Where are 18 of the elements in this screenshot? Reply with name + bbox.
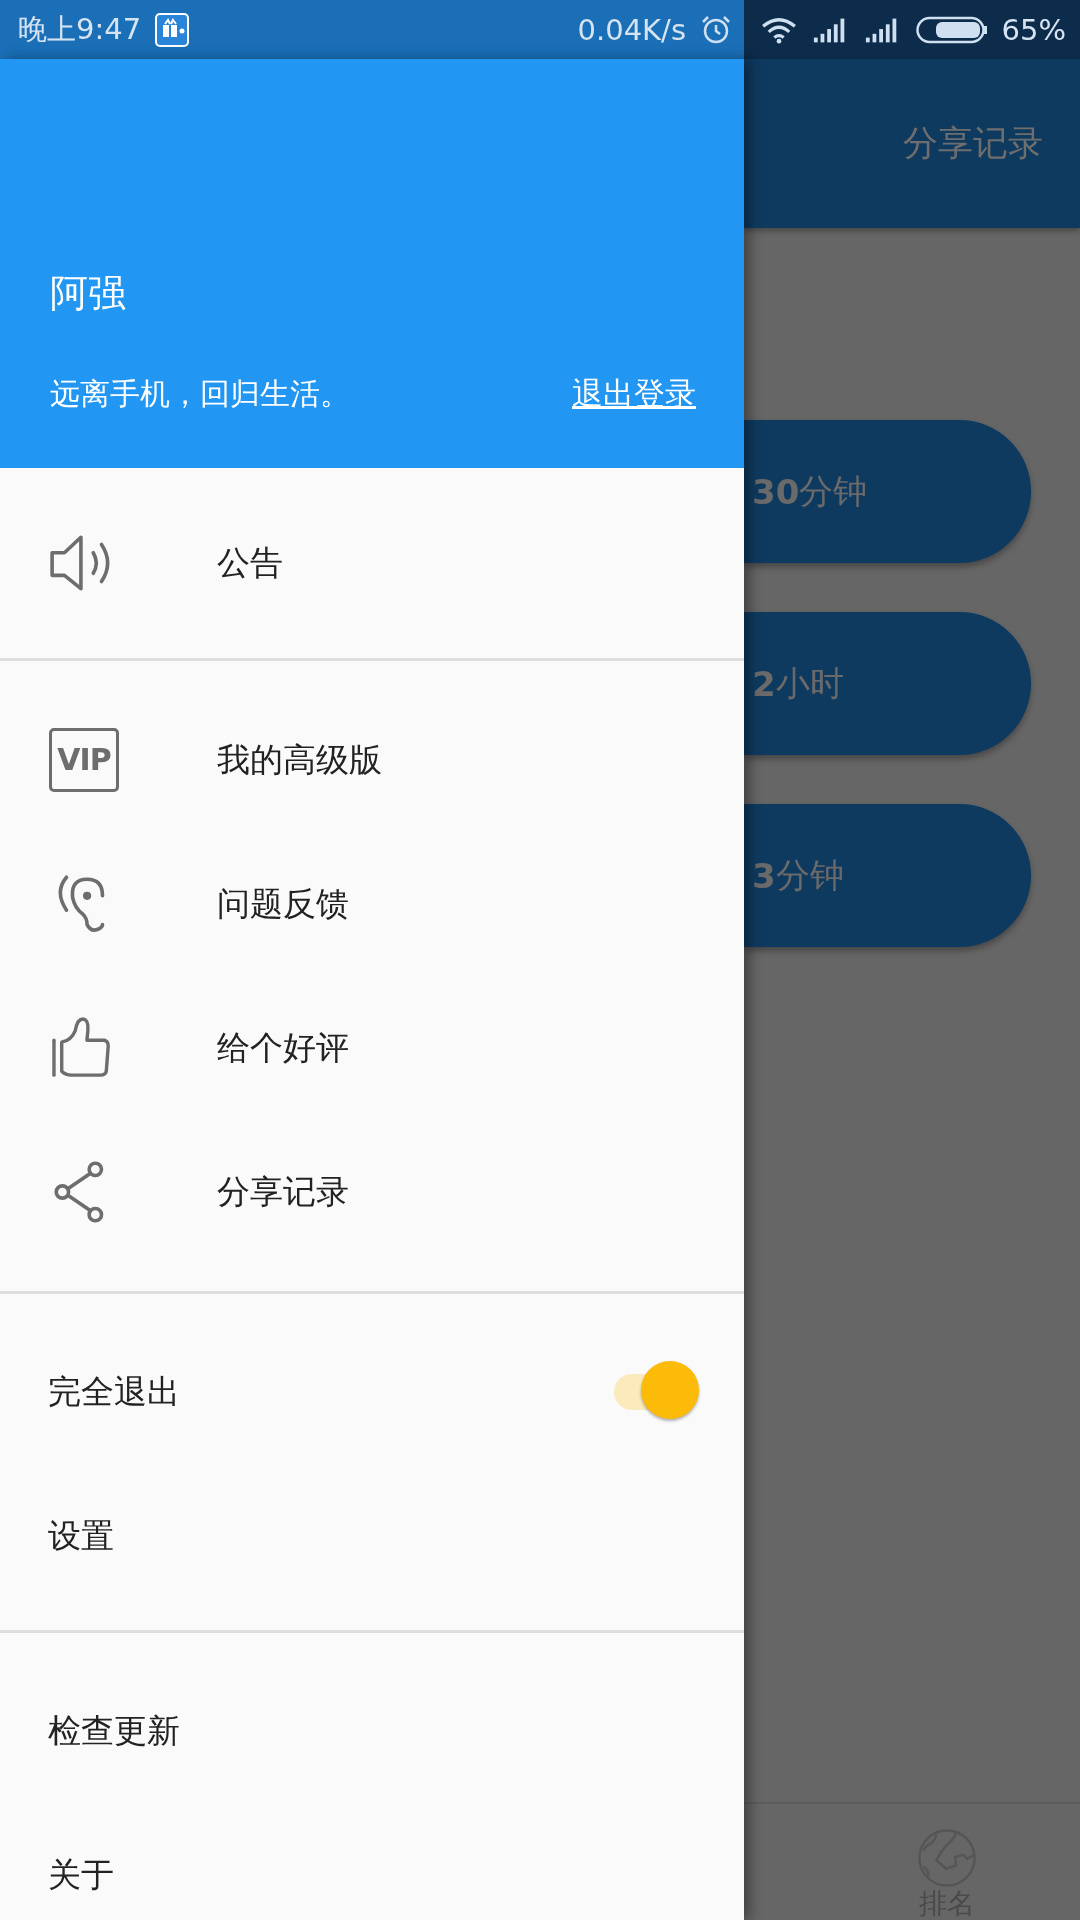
menu-item[interactable]: VIP 我的高级版 [0,688,744,832]
menu-item[interactable]: 关于 [0,1803,744,1920]
menu-item[interactable]: 设置 [0,1464,744,1608]
menu-item[interactable]: 完全退出 [0,1320,744,1464]
battery-percent: 65% [1001,12,1066,47]
network-speed: 0.04K/s [577,12,686,47]
vip-icon: VIP [49,728,119,792]
menu-item[interactable]: 分享记录 [0,1120,744,1264]
battery-icon [915,15,988,44]
menu-item[interactable]: 检查更新 [0,1659,744,1803]
motto-text: 远离手机，回归生活。 [50,374,350,413]
menu-item[interactable]: 问题反馈 [0,832,744,976]
menu-item[interactable]: 公告 [0,491,744,635]
alarm-icon [700,13,732,46]
status-time: 晚上9:47 [18,10,142,48]
user-name: 阿强 [50,270,126,317]
menu-item[interactable]: 给个好评 [0,976,744,1120]
gift-icon [155,12,190,47]
